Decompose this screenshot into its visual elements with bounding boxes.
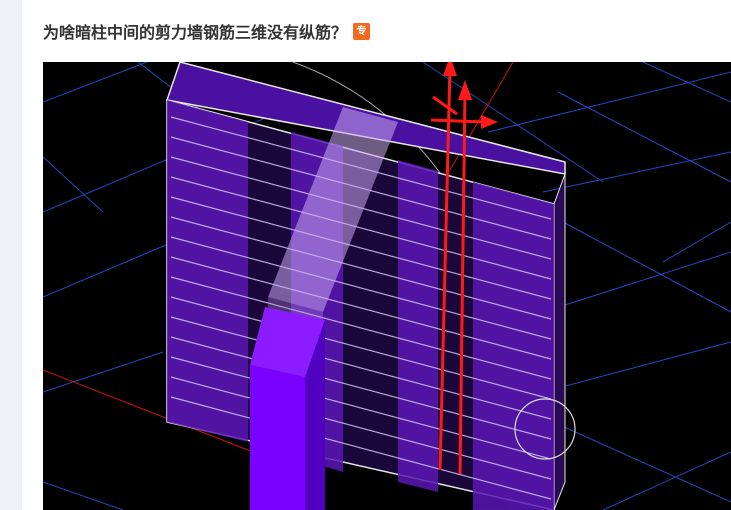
3d-viewport-image — [43, 62, 731, 510]
3d-model-render — [43, 62, 731, 510]
wall-side-face — [553, 173, 566, 510]
question-title: 为啥暗柱中间的剪力墙钢筋三维没有纵筋？ 专 — [43, 19, 371, 43]
left-rail — [0, 0, 22, 510]
expert-badge: 专 — [353, 22, 371, 40]
question-title-text: 为啥暗柱中间的剪力墙钢筋三维没有纵筋？ — [43, 23, 348, 42]
column-front-face — [250, 365, 305, 510]
